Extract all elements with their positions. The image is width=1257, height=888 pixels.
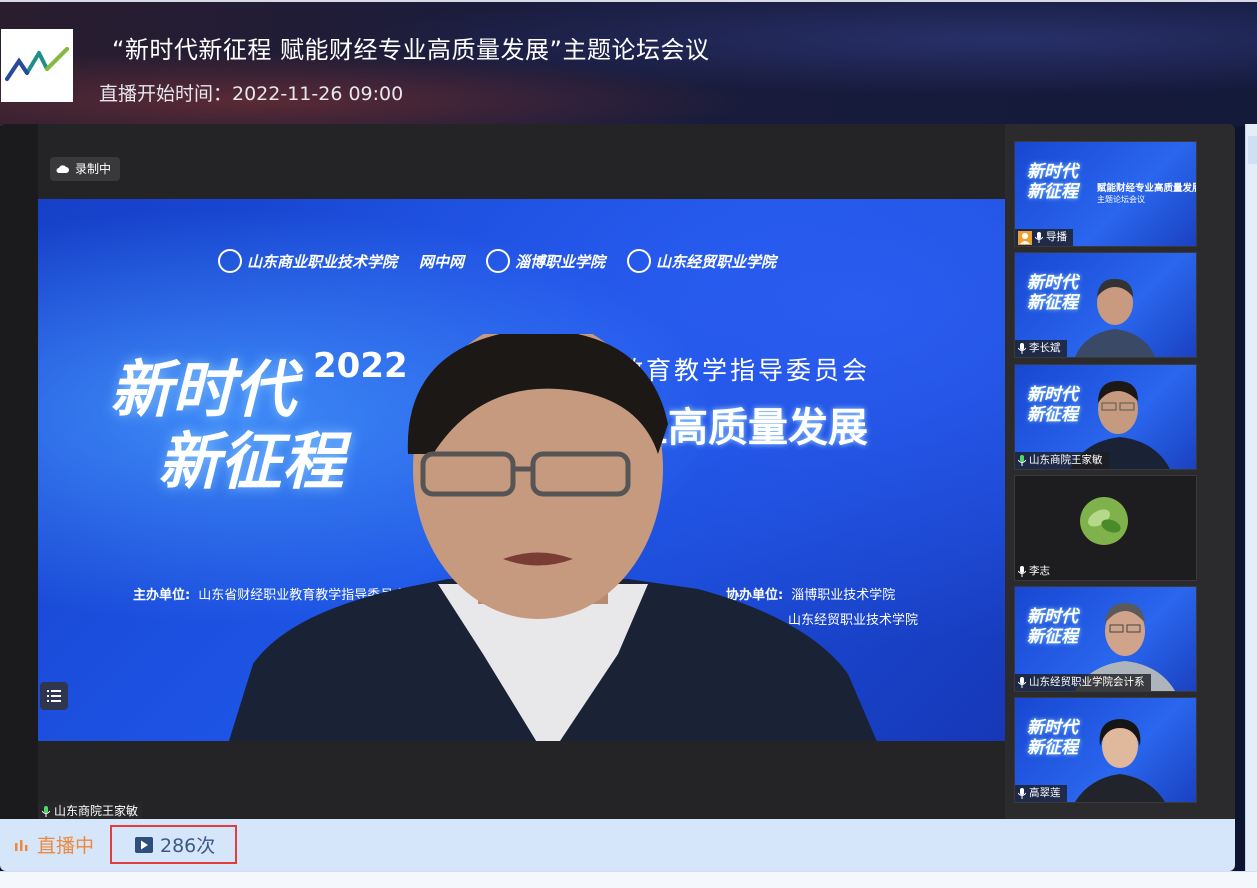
participant-tile-director[interactable]: 新时代 新征程 赋能财经专业高质量发展 主题论坛会议 导播 <box>1014 141 1197 247</box>
seal-icon <box>218 249 242 273</box>
seal-icon <box>486 249 511 273</box>
live-bars-icon <box>15 840 28 851</box>
presentation-slide: 山东商业职业技术学院 网中网 淄博职业学院 山东经贸职业学院 新时代 2022 … <box>38 199 1005 741</box>
playlist-menu-button[interactable] <box>40 682 68 710</box>
avatar <box>1080 497 1128 545</box>
participant-video <box>1075 278 1155 357</box>
view-count: 286次 <box>110 825 237 864</box>
event-title: “新时代新征程 赋能财经专业高质量发展”主题论坛会议 <box>112 36 710 64</box>
main-speaker-label: 山东商院王家敏 <box>38 802 143 819</box>
mic-icon <box>1018 788 1026 799</box>
participant-tile-2[interactable]: 新时代 新征程 李长斌 <box>1014 252 1197 358</box>
live-status: 直播中 <box>14 831 94 858</box>
recording-label: 录制中 <box>75 162 112 176</box>
participant-tile-6[interactable]: 新时代 新征程 高翠莲 <box>1014 697 1197 803</box>
speaker-video <box>228 334 877 741</box>
sponsor-2: 网中网 <box>419 252 465 271</box>
participant-tile-5[interactable]: 新时代 新征程 山东经贸职业学院会计系 <box>1014 586 1197 692</box>
channel-logo <box>1 29 73 102</box>
live-label: 直播中 <box>37 835 95 857</box>
start-time: 直播开始时间：2022-11-26 09:00 <box>99 83 404 105</box>
side-panel-tab[interactable] <box>1248 136 1257 164</box>
sponsor-3: 淄博职业学院 <box>515 252 606 271</box>
mic-icon <box>1018 677 1026 688</box>
sponsor-4: 山东经贸职业学院 <box>656 252 777 271</box>
participant-tile-3[interactable]: 新时代 新征程 山东商院王家敏 <box>1014 364 1197 470</box>
mic-icon <box>1018 566 1026 577</box>
video-player[interactable]: 录制中 山东商业职业技术学院 网中网 淄博职业学院 山东经贸职业学院 新时代 2… <box>0 124 1235 819</box>
mic-icon <box>1035 232 1043 243</box>
mic-icon <box>42 805 50 817</box>
side-panel-strip[interactable] <box>1245 124 1257 871</box>
view-count-value: 286次 <box>160 835 216 857</box>
sponsor-logos: 山东商业职业技术学院 网中网 淄博职业学院 山东经贸职业学院 <box>218 249 776 273</box>
participant-sidebar[interactable]: 新时代 新征程 赋能财经专业高质量发展 主题论坛会议 导播 新时代 新征程 李长斌 … <box>1005 124 1235 819</box>
list-icon <box>47 690 61 702</box>
participant-tile-4[interactable]: 李志 <box>1014 475 1197 581</box>
user-icon <box>1018 230 1032 245</box>
cloud-icon <box>56 165 69 173</box>
status-bar: 直播中 286次 <box>0 819 1235 871</box>
mic-icon <box>1018 343 1026 354</box>
participant-video <box>1075 719 1165 802</box>
page-footer <box>0 871 1257 888</box>
seal-icon <box>627 249 652 273</box>
page-header: “新时代新征程 赋能财经专业高质量发展”主题论坛会议 直播开始时间：2022-1… <box>0 0 1257 126</box>
tile-theme: 赋能财经专业高质量发展 <box>1097 183 1197 194</box>
play-icon <box>135 836 153 853</box>
mic-icon <box>1018 455 1026 466</box>
sponsor-1: 山东商业职业技术学院 <box>247 252 398 271</box>
recording-badge: 录制中 <box>50 157 121 181</box>
